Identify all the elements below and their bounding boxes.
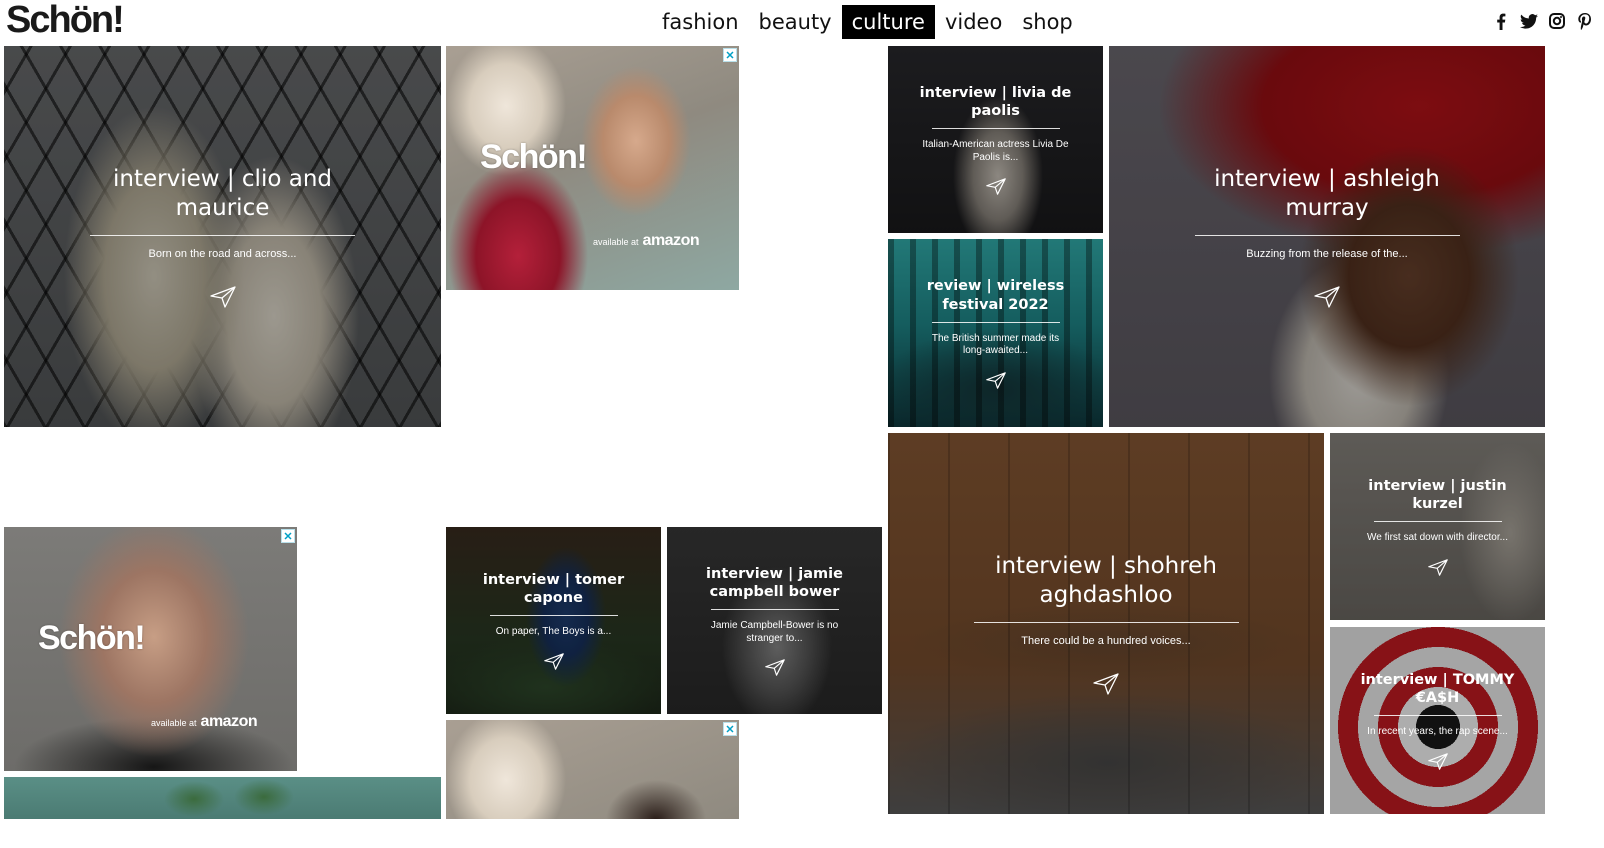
article-excerpt: We first sat down with director...	[1367, 532, 1508, 544]
article-title: interview | ashleigh murray	[1214, 166, 1440, 222]
article-title: interview | clio and maurice	[112, 166, 332, 222]
send-icon	[1314, 285, 1340, 308]
ad-close-icon[interactable]	[723, 48, 737, 62]
divider	[1373, 521, 1502, 523]
ad-banner-left[interactable]: Schön! available at amazon	[4, 527, 297, 771]
divider	[931, 321, 1060, 323]
social-links	[1492, 12, 1594, 30]
article-card-clio-maurice[interactable]: interview | clio and maurice Born on the…	[4, 46, 441, 427]
nav-fashion[interactable]: fashion	[652, 5, 749, 39]
send-icon	[543, 653, 564, 670]
ad-close-icon[interactable]	[723, 722, 737, 736]
article-card-tommy-cash[interactable]: interview | TOMMY €A$H In recent years, …	[1330, 627, 1545, 814]
ad-available-at-amazon: available at amazon	[151, 713, 258, 730]
main-nav: fashion beauty culture video shop	[652, 5, 1083, 39]
article-excerpt: Jamie Campbell-Bower is no stranger to..…	[710, 620, 839, 644]
divider	[1194, 234, 1460, 236]
facebook-icon[interactable]	[1492, 12, 1510, 30]
article-card-justin-kurzel[interactable]: interview | justin kurzel We first sat d…	[1330, 433, 1545, 620]
pinterest-icon[interactable]	[1576, 12, 1594, 30]
nav-video[interactable]: video	[935, 5, 1012, 39]
article-card-tomer-capone[interactable]: interview | tomer capone On paper, The B…	[446, 527, 661, 714]
send-icon	[1093, 672, 1119, 695]
article-excerpt: In recent years, the rap scene...	[1367, 726, 1508, 738]
article-title: interview | tomer capone	[482, 572, 625, 607]
article-title: interview | shohreh aghdashloo	[995, 553, 1217, 609]
instagram-icon[interactable]	[1548, 12, 1566, 30]
ad-close-icon[interactable]	[281, 529, 295, 543]
article-title: review | wireless festival 2022	[926, 278, 1065, 313]
ad-available-at-amazon: available at amazon	[593, 232, 700, 249]
divider	[973, 621, 1239, 623]
article-excerpt: Italian-American actress Livia De Paolis…	[922, 139, 1069, 163]
article-excerpt: There could be a hundred voices...	[1021, 634, 1191, 647]
divider	[1373, 715, 1502, 717]
article-card-partial[interactable]	[4, 777, 441, 819]
nav-culture[interactable]: culture	[841, 5, 935, 39]
send-icon	[209, 285, 236, 308]
article-card-jamie-campbell-bower[interactable]: interview | jamie campbell bower Jamie C…	[667, 527, 882, 714]
send-icon	[985, 178, 1006, 195]
divider	[710, 609, 839, 611]
ad-logo: Schön!	[38, 619, 146, 657]
article-image	[4, 777, 441, 819]
article-excerpt: The British summer made its long-awaited…	[931, 332, 1060, 357]
article-card-livia-de-paolis[interactable]: interview | livia de paolis Italian-Amer…	[888, 46, 1103, 233]
nav-shop[interactable]: shop	[1012, 5, 1082, 39]
article-excerpt: On paper, The Boys is a...	[495, 626, 612, 638]
nav-beauty[interactable]: beauty	[749, 5, 842, 39]
ad-logo: Schön!	[480, 138, 588, 176]
article-title: interview | livia de paolis	[919, 84, 1072, 119]
article-card-wireless-festival[interactable]: review | wireless festival 2022 The Brit…	[888, 239, 1103, 427]
divider	[489, 615, 618, 617]
ad-banner-bottom[interactable]	[446, 720, 739, 819]
site-logo[interactable]: Schön!	[6, 0, 125, 40]
article-card-shohreh-aghdashloo[interactable]: interview | shohreh aghdashloo There cou…	[888, 433, 1324, 814]
divider	[931, 128, 1060, 130]
send-icon	[985, 371, 1006, 389]
article-title: interview | justin kurzel	[1368, 478, 1507, 513]
send-icon	[1427, 753, 1448, 770]
divider	[90, 234, 355, 236]
article-excerpt: Buzzing from the release of the...	[1246, 247, 1408, 260]
send-icon	[764, 659, 785, 676]
article-title: interview | TOMMY €A$H	[1360, 672, 1515, 707]
send-icon	[1427, 559, 1448, 576]
ad-banner-top[interactable]: Schön! available at amazon	[446, 46, 739, 290]
article-excerpt: Born on the road and across...	[148, 247, 297, 260]
article-card-ashleigh-murray[interactable]: interview | ashleigh murray Buzzing from…	[1109, 46, 1545, 427]
article-title: interview | jamie campbell bower	[706, 565, 843, 600]
twitter-icon[interactable]	[1520, 12, 1538, 30]
